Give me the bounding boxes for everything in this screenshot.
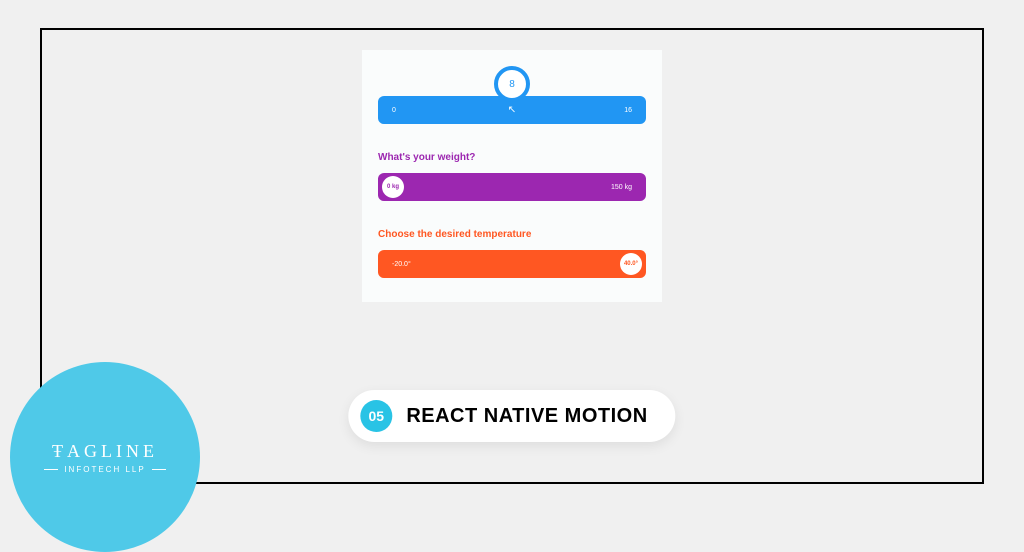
number-badge: 05	[360, 400, 392, 432]
slider-track-purple[interactable]: 0 kg 150 kg	[378, 173, 646, 201]
weight-question-label: What's your weight?	[378, 152, 646, 163]
slider-thumb-weight[interactable]: 0 kg	[382, 176, 404, 198]
feature-title: REACT NATIVE MOTION	[406, 405, 647, 428]
slider-min-label: 0	[392, 107, 396, 114]
logo-sub-text: INFOTECH LLP	[44, 465, 165, 474]
slider-section-weight: What's your weight? 0 kg 150 kg	[378, 152, 646, 201]
slider-section-temperature: Choose the desired temperature -20.0° 40…	[378, 229, 646, 278]
thumb-label: 40.0°	[624, 261, 638, 267]
slider-min-label: -20.0°	[392, 261, 411, 268]
brand-logo: ŦAGLINE INFOTECH LLP	[10, 362, 200, 552]
slider-max-label: 150 kg	[611, 184, 632, 191]
cursor-icon: ↖	[508, 105, 516, 116]
slider-max-label: 16	[624, 107, 632, 114]
thumb-label: 0 kg	[387, 184, 399, 190]
slider-track-orange[interactable]: -20.0° 40.0°	[378, 250, 646, 278]
badge-number: 05	[369, 408, 385, 424]
logo-main-text: ŦAGLINE	[52, 441, 158, 462]
indicator-value: 8	[509, 79, 515, 90]
slider-thumb-temperature[interactable]: 40.0°	[620, 253, 642, 275]
app-mockup: 8 0 ↖ 16 What's your weight? 0 kg 150 kg…	[362, 50, 662, 302]
title-pill: 05 REACT NATIVE MOTION	[348, 390, 675, 442]
slider-section-numeric: 8 0 ↖ 16	[378, 70, 646, 124]
temperature-question-label: Choose the desired temperature	[378, 229, 646, 240]
slider-value-indicator: 8	[494, 66, 530, 102]
